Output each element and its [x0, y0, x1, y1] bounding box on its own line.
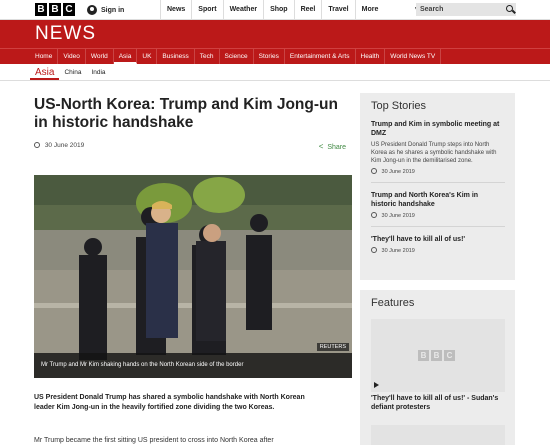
top-nav-weather[interactable]: Weather: [222, 0, 264, 20]
logo-letter: C: [63, 3, 75, 16]
more-label: More: [361, 6, 379, 13]
top-story-date-text: 30 June 2019: [381, 169, 415, 175]
feature-next-image[interactable]: [371, 425, 505, 445]
top-story-date: 30 June 2019: [371, 212, 505, 219]
image-credit: REUTERS: [316, 343, 349, 351]
nav-tech[interactable]: Tech: [195, 49, 220, 64]
nav-uk[interactable]: UK: [137, 49, 158, 64]
top-story-date-text: 30 June 2019: [381, 248, 415, 254]
nav-home[interactable]: Home: [30, 49, 59, 64]
sub-nav-india[interactable]: India: [86, 64, 110, 80]
article-headline: US-North Korea: Trump and Kim Jong-un in…: [34, 96, 338, 131]
article-image[interactable]: REUTERS Mr Trump and Mr Kim shaking hand…: [34, 175, 352, 378]
clock-icon: [371, 247, 377, 253]
bbc-placeholder-logo: B B C: [418, 350, 455, 361]
top-nav-shop[interactable]: Shop: [263, 0, 294, 20]
nav-science[interactable]: Science: [220, 49, 254, 64]
top-story-date-text: 30 June 2019: [381, 213, 415, 219]
user-icon: [87, 5, 97, 15]
search-placeholder: Search: [420, 6, 444, 13]
logo-letter: B: [49, 3, 61, 16]
top-stories-title: Top Stories: [371, 100, 427, 112]
share-icon: <: [318, 142, 324, 151]
features-title: Features: [371, 297, 415, 309]
bbc-logo[interactable]: B B C: [35, 3, 75, 16]
article-date: 30 June 2019: [44, 142, 85, 149]
article-meta: 30 June 2019 < Share: [34, 142, 352, 152]
sub-nav-asia[interactable]: Asia: [30, 64, 60, 80]
divider: [371, 182, 505, 183]
nav-video[interactable]: Video: [58, 49, 86, 64]
top-story-title[interactable]: Trump and North Korea's Kim in historic …: [371, 191, 505, 209]
play-icon[interactable]: [374, 382, 379, 388]
top-nav: News Sport Weather Shop Reel Travel More…: [160, 0, 425, 20]
top-story-summary: US President Donald Trump steps into Nor…: [371, 142, 497, 164]
search-input[interactable]: Search: [416, 3, 516, 16]
feature-title[interactable]: 'They'll have to kill all of us!' - Suda…: [371, 394, 505, 412]
top-story-item[interactable]: Trump and North Korea's Kim in historic …: [371, 191, 505, 219]
placeholder-letter: B: [418, 350, 429, 361]
top-story-date: 30 June 2019: [371, 247, 505, 254]
article-photo-scene: [34, 175, 352, 378]
nav-world-news-tv[interactable]: World News TV: [385, 49, 442, 64]
nav-stories[interactable]: Stories: [254, 49, 285, 64]
share-label: Share: [327, 144, 346, 151]
clock-icon: [34, 142, 40, 148]
feature-image[interactable]: B B C: [371, 319, 505, 392]
top-stories-panel: Top Stories Trump and Kim in symbolic me…: [360, 93, 515, 280]
nav-health[interactable]: Health: [356, 49, 386, 64]
top-nav-more[interactable]: More ▾: [354, 0, 425, 20]
features-panel: Features B B C 'They'll have to kill all…: [360, 290, 515, 445]
top-nav-travel[interactable]: Travel: [321, 0, 354, 20]
nav-business[interactable]: Business: [157, 49, 195, 64]
divider: [371, 226, 505, 227]
logo-letter: B: [35, 3, 47, 16]
clock-icon: [371, 212, 377, 218]
top-story-date: 30 June 2019: [371, 168, 505, 175]
search-icon[interactable]: [506, 5, 513, 12]
sub-nav-china[interactable]: China: [59, 64, 86, 80]
nav-entertainment-arts[interactable]: Entertainment & Arts: [285, 49, 356, 64]
nav-asia[interactable]: Asia: [113, 49, 138, 64]
placeholder-letter: C: [444, 350, 455, 361]
main-nav: Home Video World Asia UK Business Tech S…: [0, 48, 550, 64]
top-story-item[interactable]: 'They'll have to kill all of us!' 30 Jun…: [371, 235, 505, 254]
top-bar: B B C Sign in News Sport Weather Shop Re…: [0, 0, 550, 20]
top-story-item[interactable]: Trump and Kim in symbolic meeting at DMZ…: [371, 120, 505, 175]
image-caption: Mr Trump and Mr Kim shaking hands on the…: [34, 353, 352, 378]
top-story-title[interactable]: 'They'll have to kill all of us!': [371, 235, 505, 244]
placeholder-letter: B: [431, 350, 442, 361]
top-nav-reel[interactable]: Reel: [293, 0, 322, 20]
nav-world[interactable]: World: [86, 49, 114, 64]
sign-in-label: Sign in: [101, 6, 125, 14]
news-title[interactable]: NEWS: [35, 23, 96, 45]
share-button[interactable]: < Share: [319, 142, 346, 151]
news-masthead: NEWS: [0, 20, 550, 48]
sub-nav: Asia China India: [0, 64, 550, 81]
article-intro: US President Donald Trump has shared a s…: [34, 394, 305, 411]
top-nav-news[interactable]: News: [160, 0, 191, 20]
clock-icon: [371, 168, 377, 174]
sign-in-link[interactable]: Sign in: [87, 3, 124, 17]
top-story-title[interactable]: Trump and Kim in symbolic meeting at DMZ: [371, 120, 505, 138]
top-nav-sport[interactable]: Sport: [191, 0, 222, 20]
